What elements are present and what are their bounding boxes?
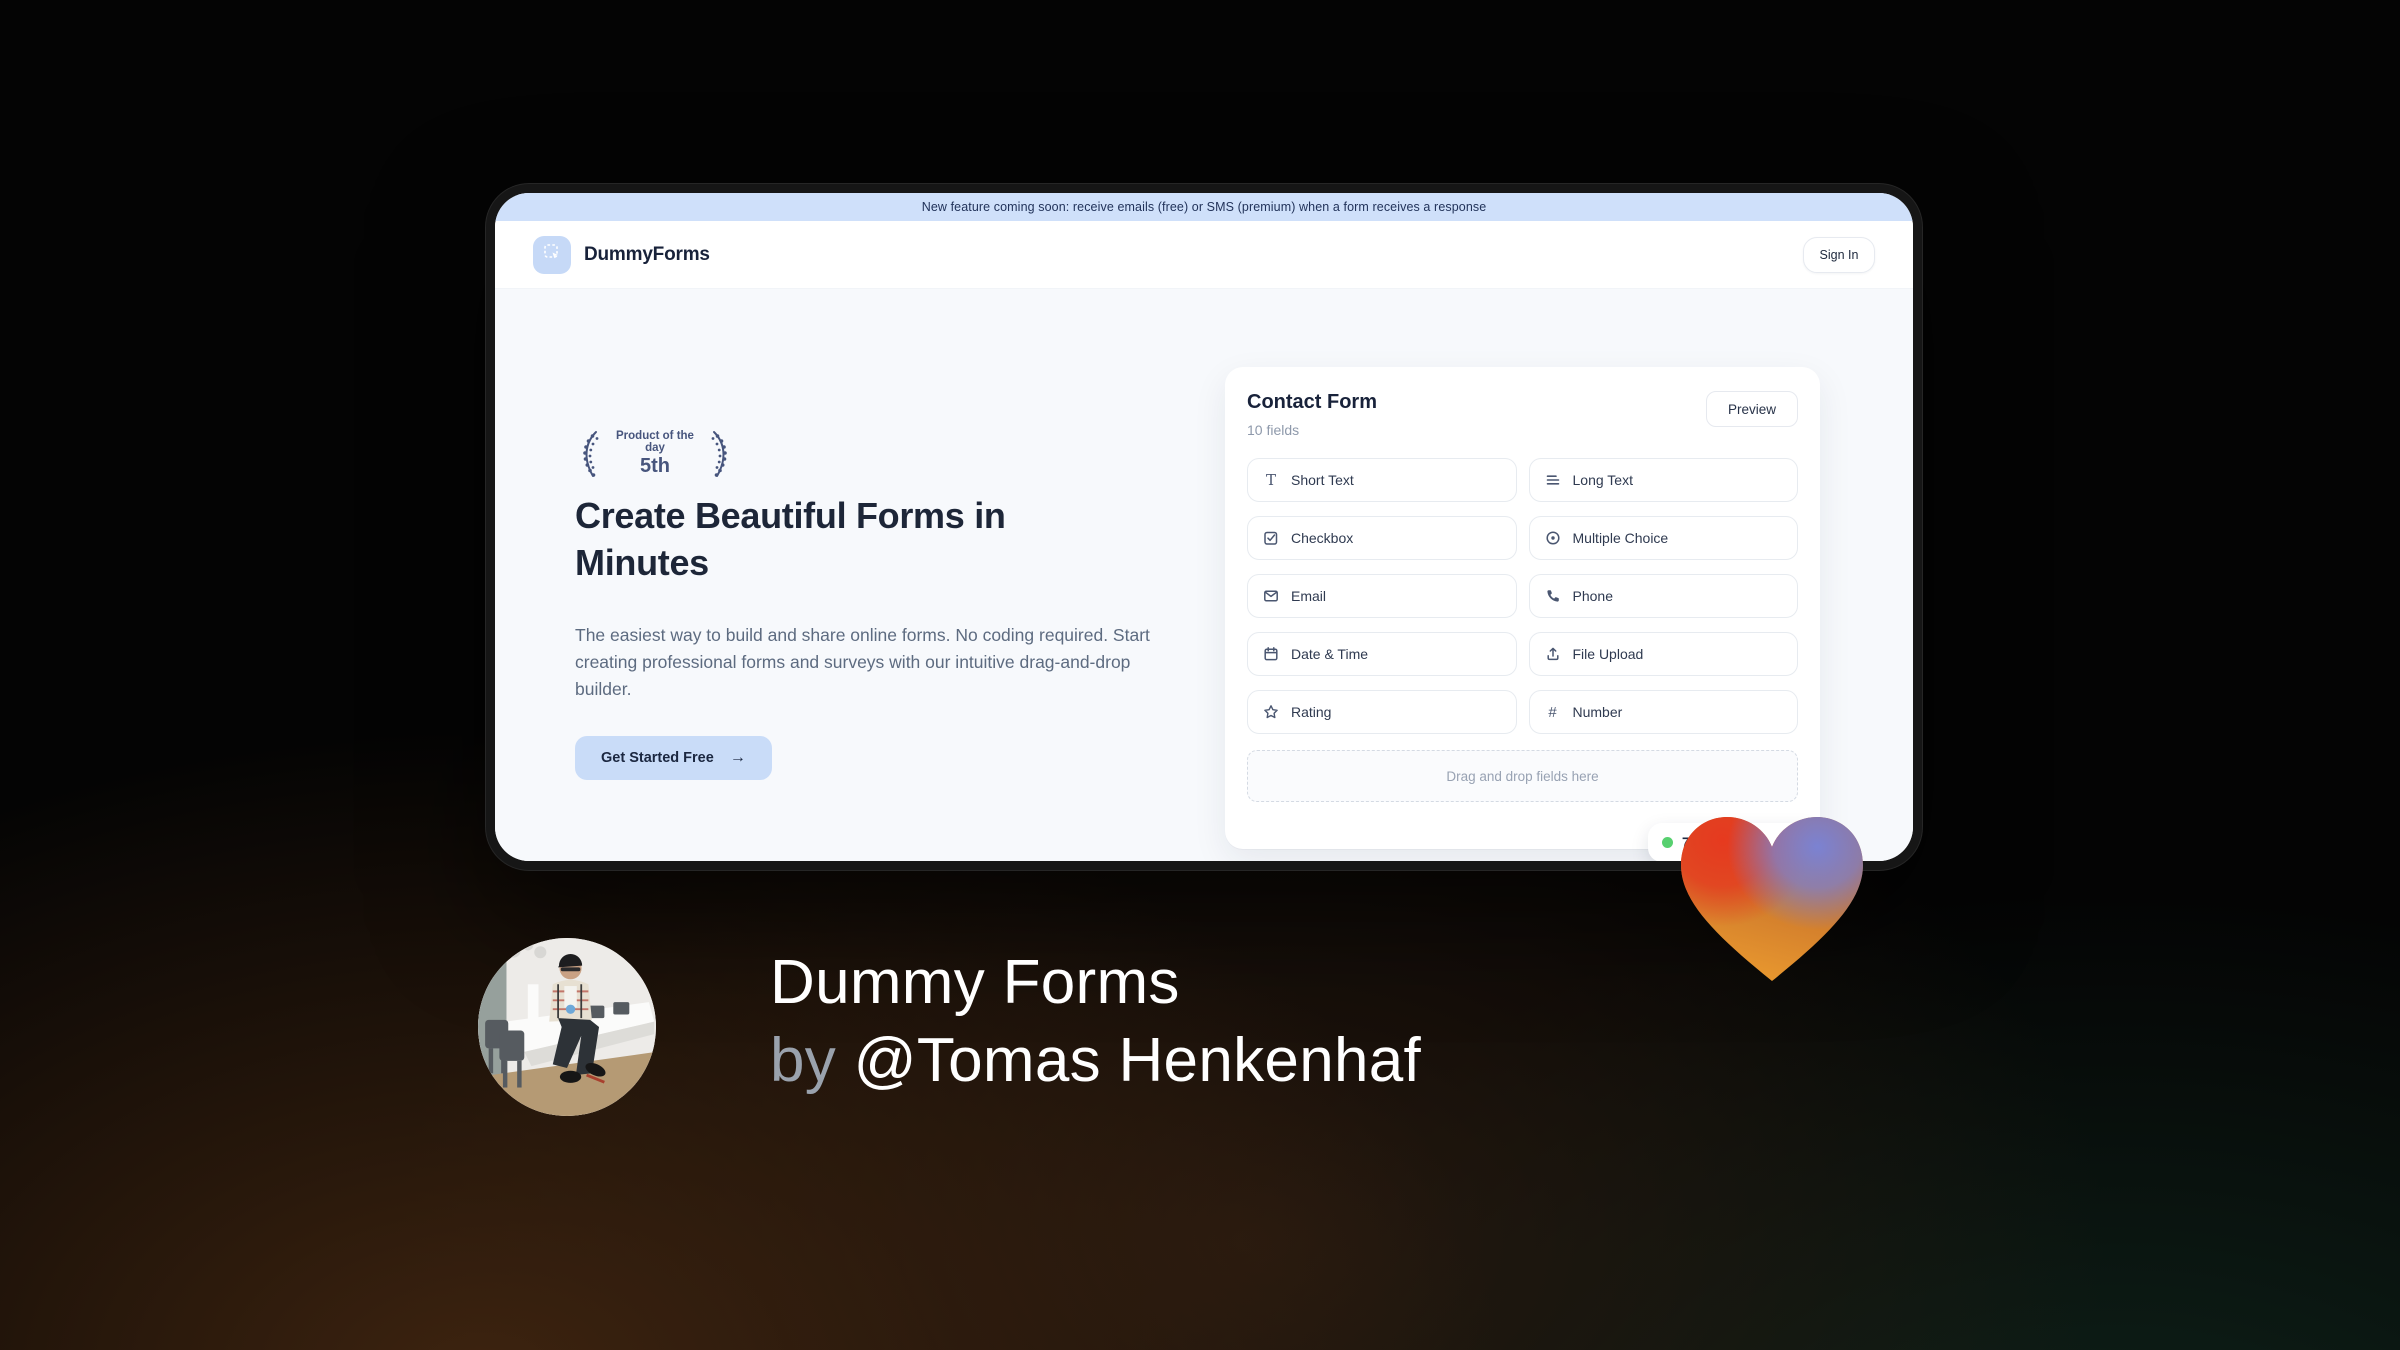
field-label: Short Text	[1291, 472, 1354, 488]
announcement-banner: New feature coming soon: receive emails …	[495, 193, 1913, 221]
field-label: Phone	[1572, 588, 1613, 604]
drag-drop-zone[interactable]: Drag and drop fields here	[1247, 750, 1798, 802]
calendar-icon	[1262, 645, 1280, 663]
author-handle-text: @Tomas Henkenhaf	[853, 1026, 1422, 1095]
green-dot-icon	[1662, 837, 1673, 848]
field-label: Rating	[1291, 704, 1332, 720]
email-icon	[1262, 587, 1280, 605]
hero-description: The easiest way to build and share onlin…	[575, 625, 1150, 699]
hero-section: Product of the day 5th Create Beautiful …	[495, 289, 1913, 861]
site-header: DummyForms Sign In	[495, 221, 1913, 289]
field-type-multiple-choice[interactable]: Multiple Choice	[1528, 516, 1798, 560]
award-badge-line1: Product of the day	[616, 430, 694, 454]
phone-icon	[1544, 587, 1562, 605]
footer-caption: Dummy Forms by @Tomas Henkenhaf	[770, 944, 1421, 1100]
field-label: Long Text	[1572, 472, 1633, 488]
product-name-text: Dummy Forms	[770, 948, 1180, 1017]
upload-icon	[1544, 645, 1562, 663]
short-text-icon: T	[1265, 471, 1276, 489]
arrow-right-icon: →	[729, 749, 746, 766]
get-started-button[interactable]: Get Started Free →	[575, 736, 772, 780]
field-type-rating[interactable]: Rating	[1247, 690, 1517, 734]
author-avatar	[478, 938, 656, 1116]
award-badge-rank: 5th	[640, 455, 670, 477]
field-label: Email	[1291, 588, 1327, 604]
field-type-phone[interactable]: Phone	[1528, 574, 1798, 618]
field-type-number[interactable]: # Number	[1528, 690, 1798, 734]
star-icon	[1262, 703, 1280, 721]
field-label: Checkbox	[1291, 530, 1354, 546]
field-type-checkbox[interactable]: Checkbox	[1247, 516, 1517, 560]
field-type-short-text[interactable]: T Short Text	[1247, 458, 1517, 502]
field-type-email[interactable]: Email	[1247, 574, 1517, 618]
form-field-count: 10 fields	[1247, 422, 1300, 438]
byline-prefix-text: by	[770, 1026, 854, 1095]
long-text-icon	[1544, 471, 1562, 489]
cursor-select-icon	[542, 242, 562, 267]
preview-button[interactable]: Preview	[1706, 391, 1798, 427]
multiple-choice-icon	[1544, 529, 1562, 547]
laurel-right-icon	[709, 428, 735, 480]
field-label: Number	[1572, 704, 1623, 720]
brand-logo	[533, 235, 571, 274]
brand-wordmark: DummyForms	[584, 243, 710, 265]
promo-stage: New feature coming soon: receive emails …	[0, 0, 2400, 1350]
field-type-file-upload[interactable]: File Upload	[1528, 632, 1798, 676]
cta-label: Get Started Free	[601, 750, 714, 766]
field-label: Multiple Choice	[1572, 530, 1669, 546]
field-type-date-time[interactable]: Date & Time	[1247, 632, 1517, 676]
product-of-the-day-badge: Product of the day 5th	[575, 426, 735, 482]
field-label: Date & Time	[1291, 646, 1369, 662]
field-label: File Upload	[1572, 646, 1644, 662]
laurel-left-icon	[575, 428, 601, 480]
field-type-grid: T Short Text Long Text Checkbox Multiple…	[1247, 458, 1798, 734]
form-title: Contact Form	[1247, 391, 1377, 413]
sign-in-button[interactable]: Sign In	[1803, 236, 1875, 273]
browser-window-frame: New feature coming soon: receive emails …	[485, 183, 1923, 871]
form-builder-card: Contact Form 10 fields Preview T Short T…	[1225, 367, 1820, 849]
checkbox-icon	[1262, 529, 1280, 547]
hash-icon: #	[1548, 703, 1557, 721]
browser-window: New feature coming soon: receive emails …	[495, 193, 1913, 861]
hero-title: Create Beautiful Forms in Minutes	[575, 495, 1006, 583]
field-type-long-text[interactable]: Long Text	[1528, 458, 1798, 502]
